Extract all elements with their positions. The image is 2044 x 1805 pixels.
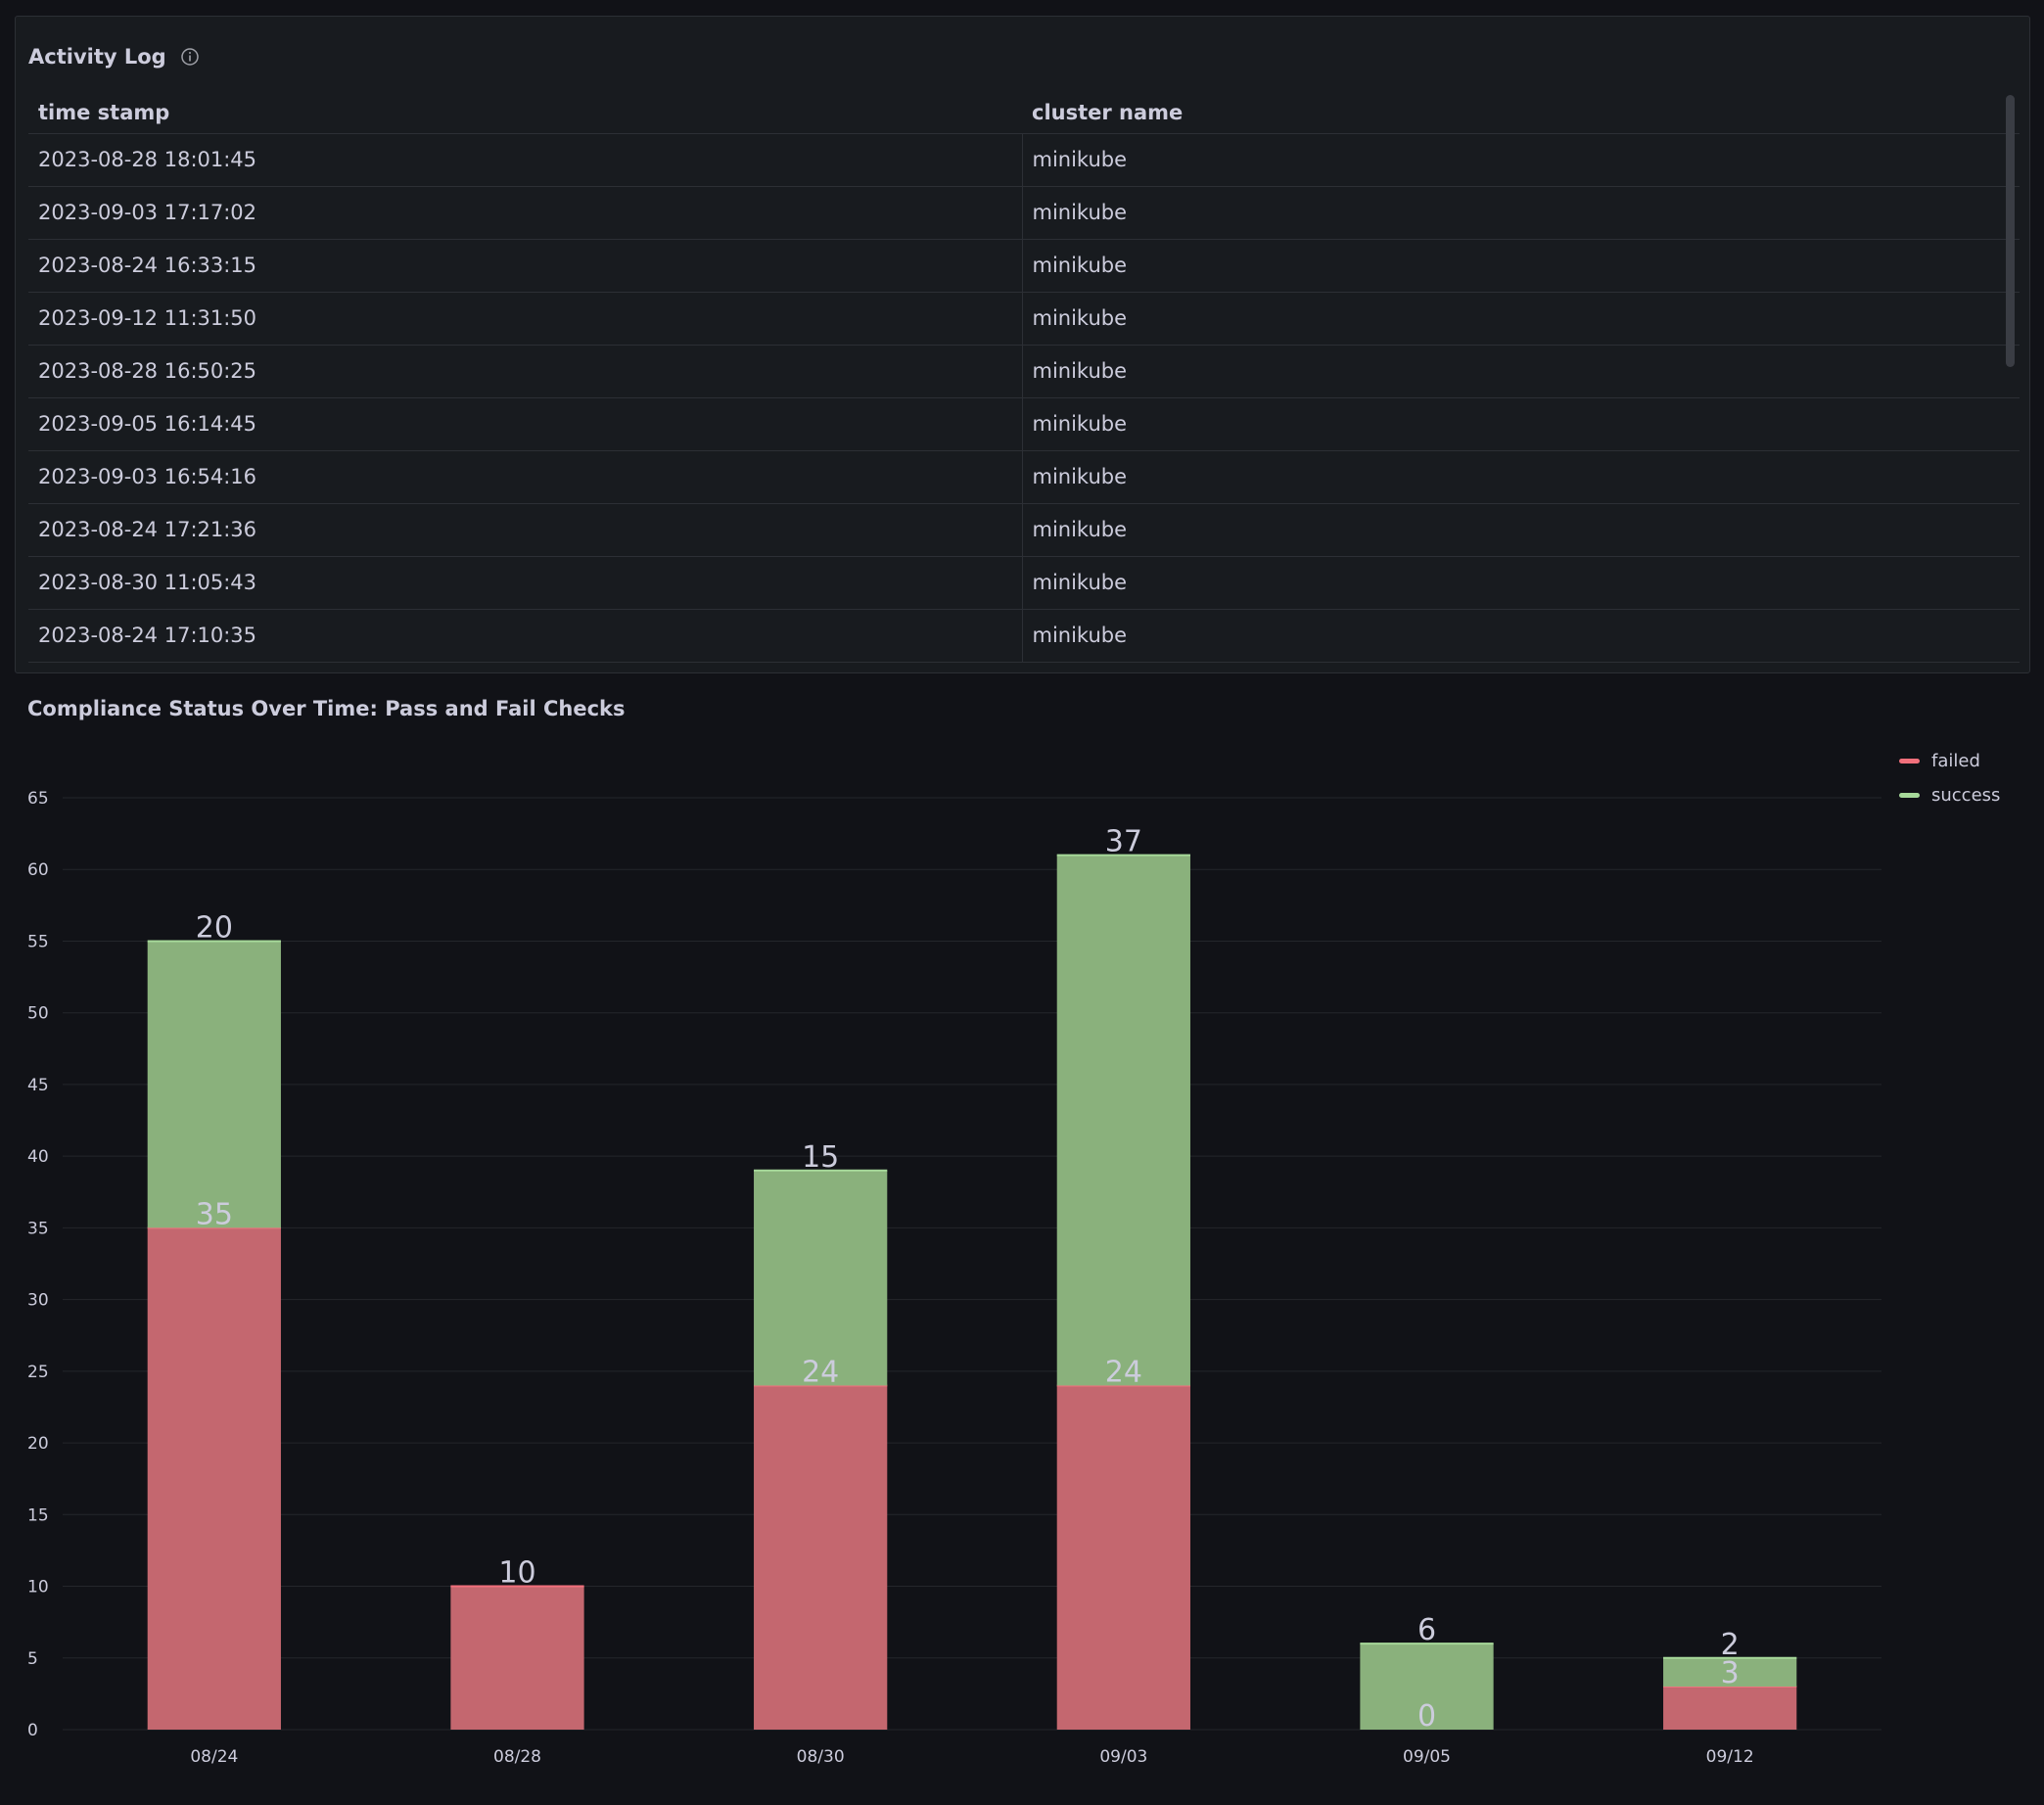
- bar-success[interactable]: [754, 1170, 888, 1386]
- y-tick-label: 10: [27, 1578, 49, 1597]
- y-tick-label: 65: [27, 789, 49, 809]
- x-tick-label: 08/30: [797, 1747, 845, 1767]
- cell-cluster-name: minikube: [1022, 133, 2020, 187]
- activity-log-header: Activity Log: [28, 42, 200, 71]
- data-label-failed: 10: [498, 1556, 535, 1591]
- table-row[interactable]: 2023-08-24 16:33:15 minikube: [28, 239, 2020, 293]
- cell-time-stamp: 2023-09-03 16:54:16: [28, 450, 1023, 504]
- cell-cluster-name: minikube: [1022, 450, 2020, 504]
- table-row[interactable]: 2023-08-24 17:10:35 minikube: [28, 609, 2020, 663]
- data-label-success: 6: [1417, 1613, 1436, 1647]
- y-tick-label: 60: [27, 860, 49, 880]
- x-tick-label: 09/05: [1403, 1747, 1451, 1767]
- cell-time-stamp: 2023-08-28 18:01:45: [28, 133, 1023, 187]
- y-tick-label: 45: [27, 1076, 49, 1095]
- column-header-time-stamp[interactable]: time stamp: [28, 93, 1022, 134]
- cell-time-stamp: 2023-09-05 16:14:45: [28, 397, 1023, 451]
- table-row[interactable]: 2023-08-28 16:50:25 minikube: [28, 345, 2020, 398]
- cell-time-stamp: 2023-09-12 11:31:50: [28, 292, 1023, 346]
- table-header-row: time stamp cluster name: [28, 93, 2020, 134]
- y-tick-label: 30: [27, 1291, 49, 1311]
- table-row[interactable]: 2023-09-05 16:14:45 minikube: [28, 397, 2020, 451]
- info-icon[interactable]: [180, 47, 200, 67]
- activity-log-table: time stamp cluster name 2023-08-28 18:01…: [28, 93, 2020, 663]
- y-tick-label: 5: [27, 1649, 38, 1669]
- x-tick-label: 09/03: [1099, 1747, 1147, 1767]
- cell-cluster-name: minikube: [1022, 556, 2020, 610]
- y-tick-label: 20: [27, 1434, 49, 1454]
- bar-failed[interactable]: [754, 1385, 888, 1730]
- bar-failed[interactable]: [450, 1586, 584, 1730]
- panel-title: Activity Log: [28, 45, 166, 69]
- data-label-failed: 0: [1417, 1699, 1436, 1734]
- y-tick-label: 50: [27, 1004, 49, 1024]
- data-label-success: 37: [1105, 825, 1142, 859]
- y-tick-label: 40: [27, 1147, 49, 1167]
- column-header-cluster-name[interactable]: cluster name: [1022, 93, 2020, 134]
- cell-time-stamp: 2023-08-24 16:33:15: [28, 239, 1023, 293]
- bar-success[interactable]: [147, 941, 281, 1228]
- y-tick-label: 0: [27, 1721, 38, 1740]
- cell-time-stamp: 2023-08-28 16:50:25: [28, 345, 1023, 398]
- cell-time-stamp: 2023-08-30 11:05:43: [28, 556, 1023, 610]
- y-tick-label: 55: [27, 932, 49, 951]
- data-label-success: 2: [1721, 1628, 1740, 1662]
- activity-log-panel: Activity Log time stamp cluster name 202…: [15, 16, 2030, 673]
- bar-failed[interactable]: [1663, 1687, 1797, 1730]
- table-scrollbar[interactable]: [2006, 95, 2015, 367]
- table-row[interactable]: 2023-08-24 17:21:36 minikube: [28, 503, 2020, 557]
- y-tick-label: 35: [27, 1219, 49, 1238]
- cell-time-stamp: 2023-09-03 17:17:02: [28, 186, 1023, 240]
- data-label-success: 20: [196, 910, 233, 945]
- table-row[interactable]: 2023-08-28 18:01:45 minikube: [28, 133, 2020, 187]
- cell-cluster-name: minikube: [1022, 345, 2020, 398]
- data-label-success: 15: [802, 1140, 839, 1175]
- cell-cluster-name: minikube: [1022, 609, 2020, 663]
- chart-title: Compliance Status Over Time: Pass and Fa…: [27, 697, 626, 720]
- cell-cluster-name: minikube: [1022, 503, 2020, 557]
- data-label-failed: 35: [196, 1197, 233, 1231]
- table-row[interactable]: 2023-09-12 11:31:50 minikube: [28, 292, 2020, 346]
- bar-failed[interactable]: [147, 1227, 281, 1730]
- cell-time-stamp: 2023-08-24 17:21:36: [28, 503, 1023, 557]
- bar-failed[interactable]: [1056, 1385, 1190, 1730]
- compliance-bar-chart: 05101520253035404550556065352008/241008/…: [27, 789, 1881, 1767]
- table-row[interactable]: 2023-09-03 16:54:16 minikube: [28, 450, 2020, 504]
- y-tick-label: 25: [27, 1363, 49, 1382]
- x-tick-label: 08/28: [493, 1747, 541, 1767]
- x-tick-label: 08/24: [190, 1747, 238, 1767]
- table-row[interactable]: 2023-08-30 11:05:43 minikube: [28, 556, 2020, 610]
- cell-cluster-name: minikube: [1022, 186, 2020, 240]
- x-tick-label: 09/12: [1706, 1747, 1754, 1767]
- cell-cluster-name: minikube: [1022, 397, 2020, 451]
- cell-time-stamp: 2023-08-24 17:10:35: [28, 609, 1023, 663]
- y-tick-label: 15: [27, 1505, 49, 1525]
- table-row[interactable]: 2023-09-03 17:17:02 minikube: [28, 186, 2020, 240]
- cell-cluster-name: minikube: [1022, 239, 2020, 293]
- data-label-failed: 24: [802, 1355, 839, 1389]
- data-label-failed: 24: [1105, 1355, 1142, 1389]
- bar-success[interactable]: [1056, 855, 1190, 1386]
- cell-cluster-name: minikube: [1022, 292, 2020, 346]
